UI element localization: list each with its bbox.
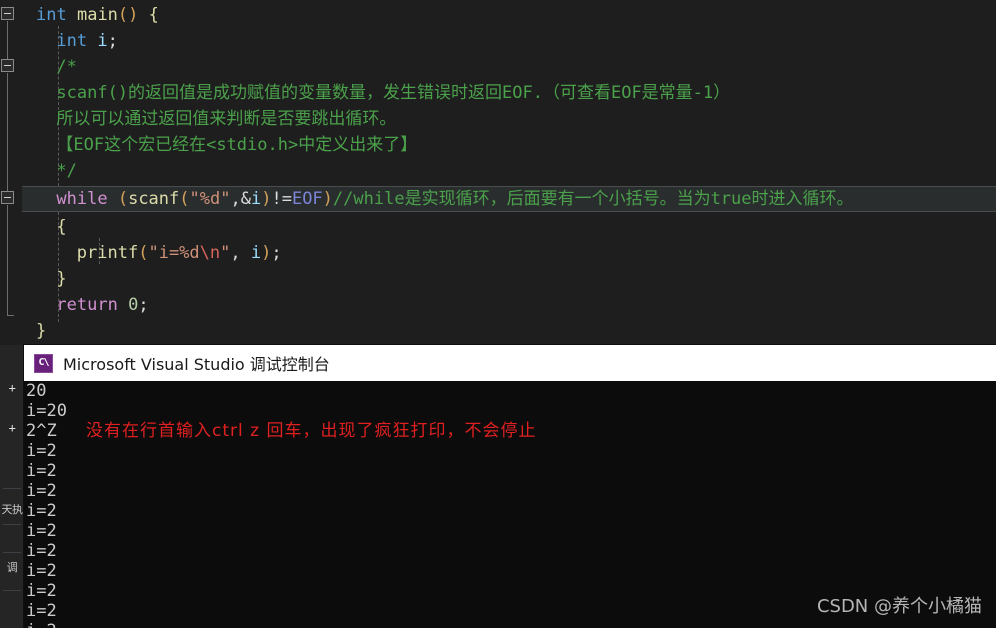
code-token: " [220,243,231,263]
code-line[interactable]: scanf()的返回值是成功赋值的变量数量，发生错误时返回EOF.（可查看EOF… [22,80,730,106]
code-token: "%d" [189,189,231,209]
code-line[interactable]: } [22,318,46,344]
console-output-area[interactable]: 20i=202^Zi=2i=2i=2i=2i=2i=2i=2i=2i=2i=2 … [24,381,996,628]
fold-collapse-icon[interactable] [1,7,14,20]
code-line[interactable]: 所以可以通过返回值来判断是否要跳出循环。 [22,106,396,132]
code-token: //while是实现循环，后面要有一个小括号。当为true时进入循环。 [332,189,854,209]
console-annotation-text: 没有在行首输入ctrl z 回车，出现了疯狂打印，不会停止 [86,421,537,441]
console-output-line: i=2 [26,601,57,621]
fold-collapse-icon[interactable] [1,191,14,204]
code-token: 0 [128,295,139,315]
console-output-line: i=2 [26,461,57,481]
dock-separator [3,524,21,525]
console-app-icon-glyph: C\ [38,357,49,368]
code-editor[interactable]: int main() {int i;/* scanf()的返回值是成功赋值的变量数… [0,0,996,345]
code-token: ) [261,243,272,263]
code-token: printf [76,243,139,263]
console-output-line: i=20 [26,401,67,421]
code-token: & [240,189,251,209]
dock-separator [3,590,21,591]
code-token: return [56,295,118,315]
console-output-line: i=2 [26,501,57,521]
code-line[interactable]: printf("i=%d\n", i); [22,240,282,266]
code-token: */ [56,161,77,181]
code-line[interactable]: /* [22,54,77,80]
code-line[interactable]: { [22,214,67,240]
console-output-line: 20 [26,381,47,401]
code-token: { [56,217,67,237]
code-token: { [148,5,159,25]
code-token: int [56,31,88,51]
code-token: , [230,189,241,209]
code-line[interactable]: return 0; [22,292,149,318]
code-token: "i=%d [148,243,200,263]
code-token: ( [179,189,190,209]
code-line[interactable]: 【EOF这个宏已经在<stdio.h>中定义出来了】 [22,132,417,158]
csdn-watermark: CSDN @养个小橘猫 [816,596,982,617]
code-token: != [271,189,292,209]
app-root: 天执调 + + int main() {int i;/* scanf()的返回值是成功… [0,0,996,628]
code-token: , [230,243,251,263]
code-token: scanf()的返回值是成功赋值的变量数量，发生错误时返回EOF.（可查看EOF… [56,83,731,103]
code-token: main [76,5,118,25]
console-app-icon: C\ [34,353,53,373]
code-token: } [36,321,47,341]
debug-console-window[interactable]: C\ Microsoft Visual Studio 调试控制台 20 i=20 2… [24,345,996,628]
code-line[interactable]: */ [22,158,77,184]
code-line[interactable]: int i; [22,28,118,54]
console-output-line: i=2 [26,441,57,461]
code-token: ; [271,243,282,263]
console-title: Microsoft Visual Studio 调试控制台 [63,355,330,374]
code-token: ( [117,189,129,209]
console-output-line: i=2 [26,541,57,561]
console-titlebar[interactable]: C\ Microsoft Visual Studio 调试控制台 [24,345,996,381]
code-line[interactable]: } [22,266,67,292]
code-token: 【EOF这个宏已经在<stdio.h>中定义出来了】 [56,135,418,155]
console-output-line: i=2 [24,621,57,628]
fold-guide-line [7,73,8,191]
code-token: i [250,243,262,263]
console-output-line: i=2 [26,581,57,601]
outlining-gutter[interactable] [0,0,22,345]
code-token: while [56,189,108,209]
code-token: ( [138,243,149,263]
code-line[interactable]: int main() { [22,2,159,28]
fold-guide-foot [7,315,14,316]
fold-guide-line [7,21,8,61]
fold-collapse-icon[interactable] [1,59,14,72]
code-token: ; [138,295,149,315]
code-token: } [56,269,67,289]
code-token: /* [56,57,77,77]
code-token: EOF [291,189,323,209]
code-token: ) [261,189,272,209]
code-token: 所以可以通过返回值来判断是否要跳出循环。 [56,109,397,129]
code-token: ) [322,189,333,209]
code-token: () [117,5,139,25]
fold-guide-line [7,205,8,315]
code-token: i [97,31,108,51]
code-token: i [250,189,262,209]
dock-tab[interactable]: 调 [0,562,24,574]
code-token: \n [199,243,221,263]
code-token: int [36,5,67,25]
code-line[interactable]: while (scanf("%d",&i)!=EOF)//while是实现循环，… [22,186,854,212]
dock-separator [3,488,21,489]
console-output-line: i=2 [26,561,57,581]
dock-expand-icon[interactable]: + [0,382,24,394]
dock-expand-icon[interactable]: + [0,422,24,434]
dock-separator [3,552,21,553]
code-token: scanf [128,189,180,209]
console-output-line: i=2 [26,521,57,541]
code-token: ; [107,31,118,51]
console-output-line: i=2 [26,481,57,501]
dock-tab[interactable]: 天执 [0,504,24,516]
console-output-line: 2^Z [26,421,57,441]
